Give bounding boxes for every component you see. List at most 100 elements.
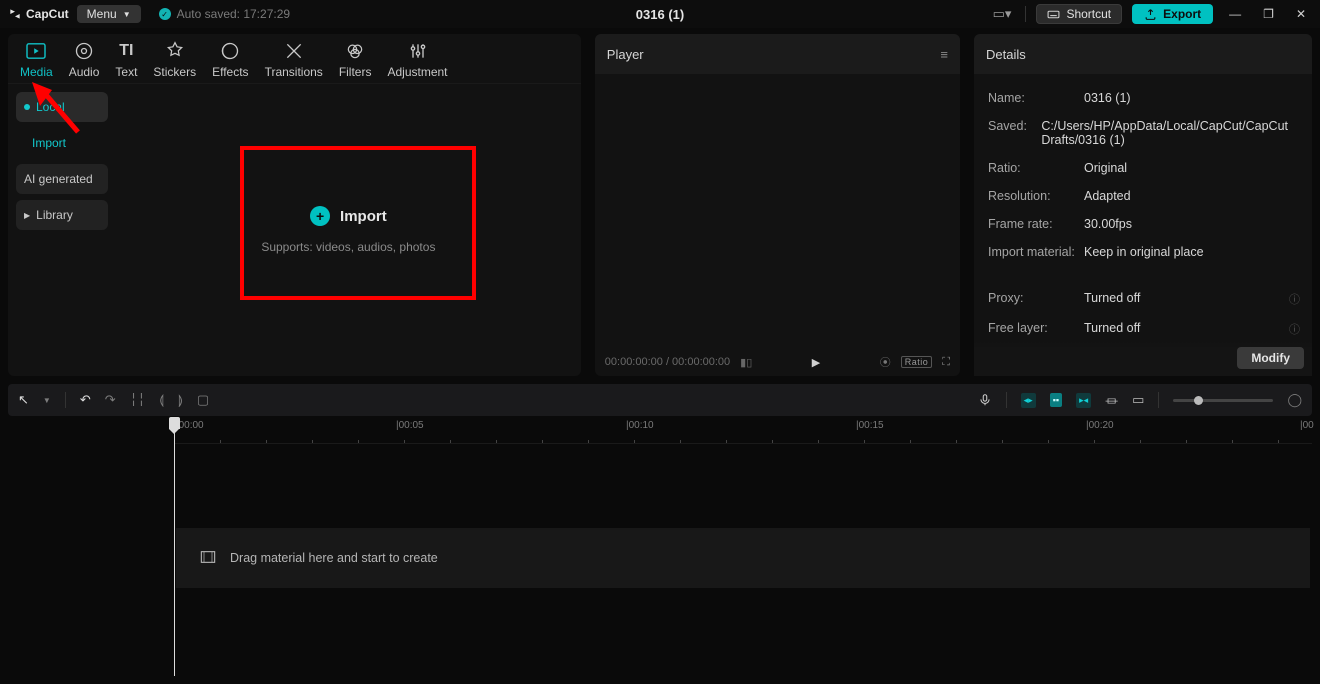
app-logo: CapCut bbox=[8, 7, 69, 21]
details-free-key: Free layer: bbox=[988, 321, 1084, 337]
autosave-status: ✓ Auto saved: 17:27:29 bbox=[159, 7, 290, 21]
export-icon bbox=[1144, 8, 1157, 21]
pointer-chevron-icon[interactable]: ▼ bbox=[43, 396, 51, 405]
details-fps-key: Frame rate: bbox=[988, 217, 1084, 231]
tab-media[interactable]: Media bbox=[12, 41, 61, 79]
tab-text-label: Text bbox=[115, 65, 137, 79]
tab-media-label: Media bbox=[20, 65, 53, 79]
timeline-main[interactable]: |00:00 |00:05 |00:10 |00:15 |00:20 |00 D… bbox=[174, 418, 1312, 676]
tab-stickers-label: Stickers bbox=[153, 65, 196, 79]
project-title: 0316 (1) bbox=[636, 7, 684, 22]
tab-stickers[interactable]: Stickers bbox=[145, 41, 204, 79]
tab-audio[interactable]: Audio bbox=[61, 41, 108, 79]
playhead[interactable] bbox=[174, 418, 175, 676]
tab-transitions-label: Transitions bbox=[265, 65, 323, 79]
filters-icon bbox=[345, 41, 365, 61]
media-icon bbox=[25, 41, 47, 61]
snap-toggle-2[interactable]: ▪▪ bbox=[1050, 393, 1062, 407]
trim-left-icon[interactable]: ⟬ bbox=[159, 392, 164, 408]
import-subtext: Supports: videos, audios, photos bbox=[261, 240, 435, 254]
export-button[interactable]: Export bbox=[1132, 4, 1213, 24]
menu-button[interactable]: Menu ▼ bbox=[77, 5, 141, 23]
magnet-icon[interactable]: ⏛ bbox=[1105, 391, 1118, 410]
ruler-tick: |00 bbox=[1300, 420, 1314, 431]
title-bar: CapCut Menu ▼ ✓ Auto saved: 17:27:29 031… bbox=[0, 0, 1320, 28]
layout-icon[interactable]: ▭▾ bbox=[989, 4, 1016, 24]
maximize-button[interactable]: ❐ bbox=[1257, 7, 1280, 21]
info-icon[interactable]: ⓘ bbox=[1289, 321, 1300, 337]
tab-effects[interactable]: Effects bbox=[204, 41, 256, 79]
player-frame-icon[interactable]: ⦿ bbox=[880, 354, 891, 370]
effects-icon bbox=[220, 41, 240, 61]
trim-right-icon[interactable]: ⟭ bbox=[178, 392, 183, 408]
playhead-handle[interactable] bbox=[169, 417, 180, 429]
adjustment-icon bbox=[408, 41, 428, 61]
close-button[interactable]: ✕ bbox=[1290, 7, 1312, 21]
ruler-tick: |00:10 bbox=[626, 420, 654, 431]
snap-toggle-3[interactable]: ▸◂ bbox=[1076, 393, 1091, 408]
minimize-button[interactable]: — bbox=[1223, 7, 1247, 21]
export-label: Export bbox=[1163, 7, 1201, 21]
info-icon[interactable]: ⓘ bbox=[1289, 291, 1300, 307]
sidenav-local-label: Local bbox=[36, 100, 65, 114]
chevron-right-icon: ▶ bbox=[24, 211, 30, 220]
slider-knob[interactable] bbox=[1194, 396, 1203, 405]
transitions-icon bbox=[284, 41, 304, 61]
details-free-val: Turned off bbox=[1084, 321, 1289, 337]
zoom-slider[interactable] bbox=[1173, 399, 1273, 402]
ruler-tick: |00:20 bbox=[1086, 420, 1114, 431]
pointer-tool-icon[interactable]: ↖ bbox=[18, 392, 29, 408]
details-ratio-val: Original bbox=[1084, 161, 1300, 175]
autosave-text: Auto saved: 17:27:29 bbox=[177, 7, 290, 21]
sidenav-library[interactable]: ▶Library bbox=[16, 200, 108, 230]
timeline-drop-track[interactable]: Drag material here and start to create bbox=[176, 528, 1310, 588]
details-mat-val: Keep in original place bbox=[1084, 245, 1300, 259]
tab-filters-label: Filters bbox=[339, 65, 372, 79]
details-res-val: Adapted bbox=[1084, 189, 1300, 203]
snap-toggle-1[interactable]: ◂▸ bbox=[1021, 393, 1036, 408]
ruler-tick: |00:05 bbox=[396, 420, 424, 431]
player-menu-icon[interactable]: ≡ bbox=[940, 47, 948, 62]
sidenav-import[interactable]: Import bbox=[16, 128, 108, 158]
play-button[interactable]: ▶ bbox=[812, 356, 820, 369]
timeline-gutter bbox=[8, 418, 174, 676]
divider bbox=[1158, 392, 1159, 408]
divider bbox=[1025, 6, 1026, 22]
details-ratio-key: Ratio: bbox=[988, 161, 1084, 175]
modify-button[interactable]: Modify bbox=[1237, 347, 1304, 369]
shortcut-button[interactable]: Shortcut bbox=[1036, 4, 1122, 24]
keyboard-icon bbox=[1047, 8, 1060, 21]
player-title: Player bbox=[607, 47, 644, 62]
ruler-tick: |00:15 bbox=[856, 420, 884, 431]
delete-icon[interactable]: ▢ bbox=[197, 392, 209, 408]
player-marker-icon[interactable]: ▮▯ bbox=[740, 356, 752, 369]
sidenav-local[interactable]: Local bbox=[16, 92, 108, 122]
ratio-button[interactable]: Ratio bbox=[901, 356, 933, 368]
shortcut-label: Shortcut bbox=[1066, 7, 1111, 21]
ruler-tick: |00:00 bbox=[176, 420, 204, 431]
divider bbox=[1006, 392, 1007, 408]
details-panel: Details Name:0316 (1) Saved:C:/Users/HP/… bbox=[974, 34, 1312, 376]
details-fps-val: 30.00fps bbox=[1084, 217, 1300, 231]
split-icon[interactable]: ╎╎ bbox=[130, 392, 146, 408]
sidenav-ai[interactable]: AI generated bbox=[16, 164, 108, 194]
redo-icon[interactable]: ↷ bbox=[105, 392, 116, 408]
mic-icon[interactable] bbox=[978, 393, 992, 407]
import-dropzone[interactable]: + Import Supports: videos, audios, photo… bbox=[116, 84, 581, 376]
fullscreen-icon[interactable]: ⛶ bbox=[942, 356, 950, 369]
tab-adjustment-label: Adjustment bbox=[387, 65, 447, 79]
tab-transitions[interactable]: Transitions bbox=[257, 41, 331, 79]
details-proxy-val: Turned off bbox=[1084, 291, 1289, 307]
timeline-ruler[interactable]: |00:00 |00:05 |00:10 |00:15 |00:20 |00 bbox=[174, 418, 1312, 444]
tab-filters[interactable]: Filters bbox=[331, 41, 380, 79]
preview-icon[interactable]: ▭ bbox=[1132, 392, 1144, 408]
active-dot-icon bbox=[24, 104, 30, 110]
undo-icon[interactable]: ↶ bbox=[80, 392, 91, 408]
tab-adjustment[interactable]: Adjustment bbox=[379, 41, 455, 79]
zoom-fit-icon[interactable]: ◯ bbox=[1287, 392, 1302, 408]
tab-text[interactable]: TI Text bbox=[107, 41, 145, 79]
player-viewport[interactable] bbox=[595, 74, 960, 348]
sidenav-ai-label: AI generated bbox=[24, 172, 93, 186]
check-circle-icon: ✓ bbox=[159, 8, 171, 20]
plus-circle-icon: + bbox=[310, 206, 330, 226]
